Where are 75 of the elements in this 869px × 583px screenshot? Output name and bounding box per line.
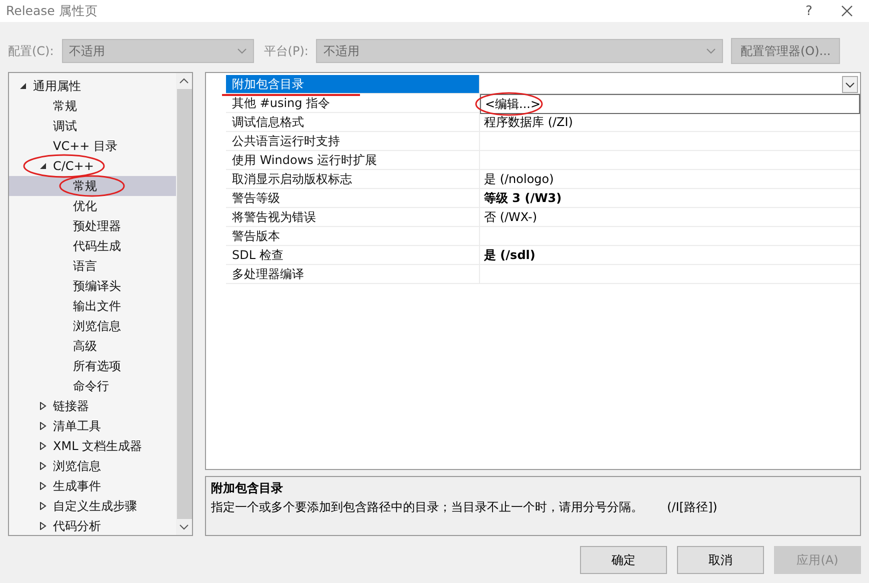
tree-item-label: 链接器 (53, 398, 89, 414)
tree-item-label: 输出文件 (73, 298, 121, 314)
property-name[interactable]: 附加包含目录 (226, 75, 480, 93)
tree-item-label: 调试 (53, 118, 77, 134)
outline-triangle-icon[interactable] (39, 402, 47, 410)
window-title: Release 属性页 (6, 2, 99, 20)
tree-item[interactable]: 代码分析 (9, 516, 176, 536)
tree-item-label: 预编译头 (73, 278, 121, 294)
tree-item-label: 生成事件 (53, 478, 101, 494)
tree-item[interactable]: C/C++ (9, 156, 176, 176)
close-icon[interactable] (841, 5, 853, 17)
tree-item[interactable]: 调试 (9, 116, 176, 136)
help-button[interactable]: ? (787, 4, 831, 18)
dialog-button[interactable]: 确定 (580, 546, 667, 574)
chevron-down-icon (706, 48, 716, 54)
tree-item-label: 预处理器 (73, 218, 121, 234)
tree-item-label: 命令行 (73, 378, 109, 394)
tree-item-label: 自定义生成步骤 (53, 498, 137, 514)
tree-item-label: 浏览信息 (53, 458, 101, 474)
tree-item-label: 通用属性 (33, 78, 81, 94)
tree-item[interactable]: 所有选项 (9, 356, 176, 376)
outline-triangle-icon[interactable] (39, 482, 47, 490)
platform-label: 平台(P): (264, 42, 308, 60)
filled-triangle-icon[interactable] (39, 162, 47, 170)
tree-item-label: C/C++ (53, 159, 94, 173)
tree-item-label: 高级 (73, 338, 97, 354)
tree-item[interactable]: XML 文档生成器 (9, 436, 176, 456)
dropdown-button[interactable] (842, 76, 858, 93)
config-label: 配置(C): (8, 42, 54, 60)
tree-item[interactable]: VC++ 目录 (9, 136, 176, 156)
outline-triangle-icon[interactable] (39, 442, 47, 450)
outline-triangle-icon[interactable] (39, 522, 47, 530)
tree-item-label: 清单工具 (53, 418, 101, 434)
tree-item[interactable]: 预处理器 (9, 216, 176, 236)
tree-item[interactable]: 清单工具 (9, 416, 176, 436)
tree-item[interactable]: 链接器 (9, 396, 176, 416)
tree-item-label: 语言 (73, 258, 97, 274)
tree-item[interactable]: 代码生成 (9, 236, 176, 256)
chevron-down-icon (845, 82, 855, 88)
tree-item-label: XML 文档生成器 (53, 438, 142, 454)
tree-item-label: 常规 (73, 178, 97, 194)
description-text: 指定一个或多个要添加到包含路径中的目录；当目录不止一个时，请用分号分隔。 (211, 499, 643, 516)
description-title: 附加包含目录 (211, 480, 284, 498)
property-value[interactable]: 等级 3 (/W3) (484, 190, 562, 206)
tree-item[interactable]: 浏览信息 (9, 456, 176, 476)
outline-triangle-icon[interactable] (39, 502, 47, 510)
tree-item[interactable]: 输出文件 (9, 296, 176, 316)
tree-item-label: 所有选项 (73, 358, 121, 374)
tree-item[interactable]: 常规 (9, 96, 176, 116)
tree-item[interactable]: 常规 (9, 176, 176, 196)
property-value[interactable]: 程序数据库 (/ZI) (484, 114, 573, 130)
tree-item-label: 常规 (53, 98, 77, 114)
chevron-down-icon (236, 48, 247, 54)
tree-item-label: 浏览信息 (73, 318, 121, 334)
tree-item[interactable]: 生成事件 (9, 476, 176, 496)
filled-triangle-icon[interactable] (19, 82, 27, 90)
option-syntax: (/I[路径]) (667, 499, 718, 516)
tree-item-label: VC++ 目录 (53, 138, 118, 154)
tree-item-label: 代码分析 (53, 518, 101, 534)
tree-item[interactable]: 高级 (9, 336, 176, 356)
tree-item[interactable]: 语言 (9, 256, 176, 276)
tree-item-label: 优化 (73, 198, 97, 214)
tree-item-label: 代码生成 (73, 238, 121, 254)
tree-item[interactable]: 优化 (9, 196, 176, 216)
tree-item[interactable]: 预编译头 (9, 276, 176, 296)
outline-triangle-icon[interactable] (39, 462, 47, 470)
tree-item[interactable]: 命令行 (9, 376, 176, 396)
tree-item[interactable]: 自定义生成步骤 (9, 496, 176, 516)
tree-item[interactable]: 浏览信息 (9, 316, 176, 336)
property-value[interactable]: 是 (/sdl) (484, 246, 536, 264)
property-value[interactable]: 否 (/WX-) (484, 208, 538, 226)
tree-item[interactable]: 通用属性 (9, 76, 176, 96)
property-value[interactable]: 是 (/nologo) (484, 170, 554, 188)
dialog-button[interactable]: 取消 (677, 546, 764, 574)
outline-triangle-icon[interactable] (39, 422, 47, 430)
